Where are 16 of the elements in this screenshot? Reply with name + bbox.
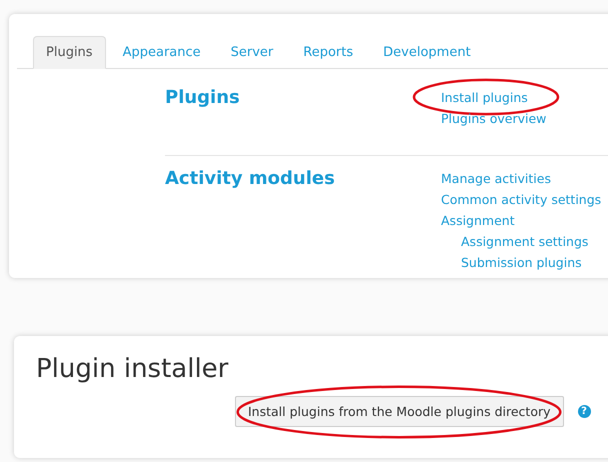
section-heading: Activity modules: [165, 168, 336, 191]
nav-link[interactable]: Manage activities: [441, 171, 551, 186]
tab[interactable]: Plugins: [33, 36, 106, 69]
nav-link[interactable]: Plugins overview: [441, 111, 546, 126]
installer-title: Plugin installer: [36, 354, 230, 384]
help-icon[interactable]: ?: [578, 405, 591, 418]
tab[interactable]: Development: [370, 36, 484, 69]
tab[interactable]: Server: [218, 36, 286, 69]
install-button[interactable]: Install plugins from the Moodle plugins directory: [235, 396, 564, 427]
section-heading: Plugins: [165, 87, 241, 110]
tab[interactable]: Appearance: [110, 36, 214, 69]
tab[interactable]: Reports: [290, 36, 366, 69]
nav-link[interactable]: Common activity settings: [441, 192, 602, 207]
nav-link[interactable]: Assignment settings: [461, 234, 588, 249]
nav-link[interactable]: Assignment: [441, 213, 515, 228]
nav-link[interactable]: Submission plugins: [461, 255, 582, 270]
